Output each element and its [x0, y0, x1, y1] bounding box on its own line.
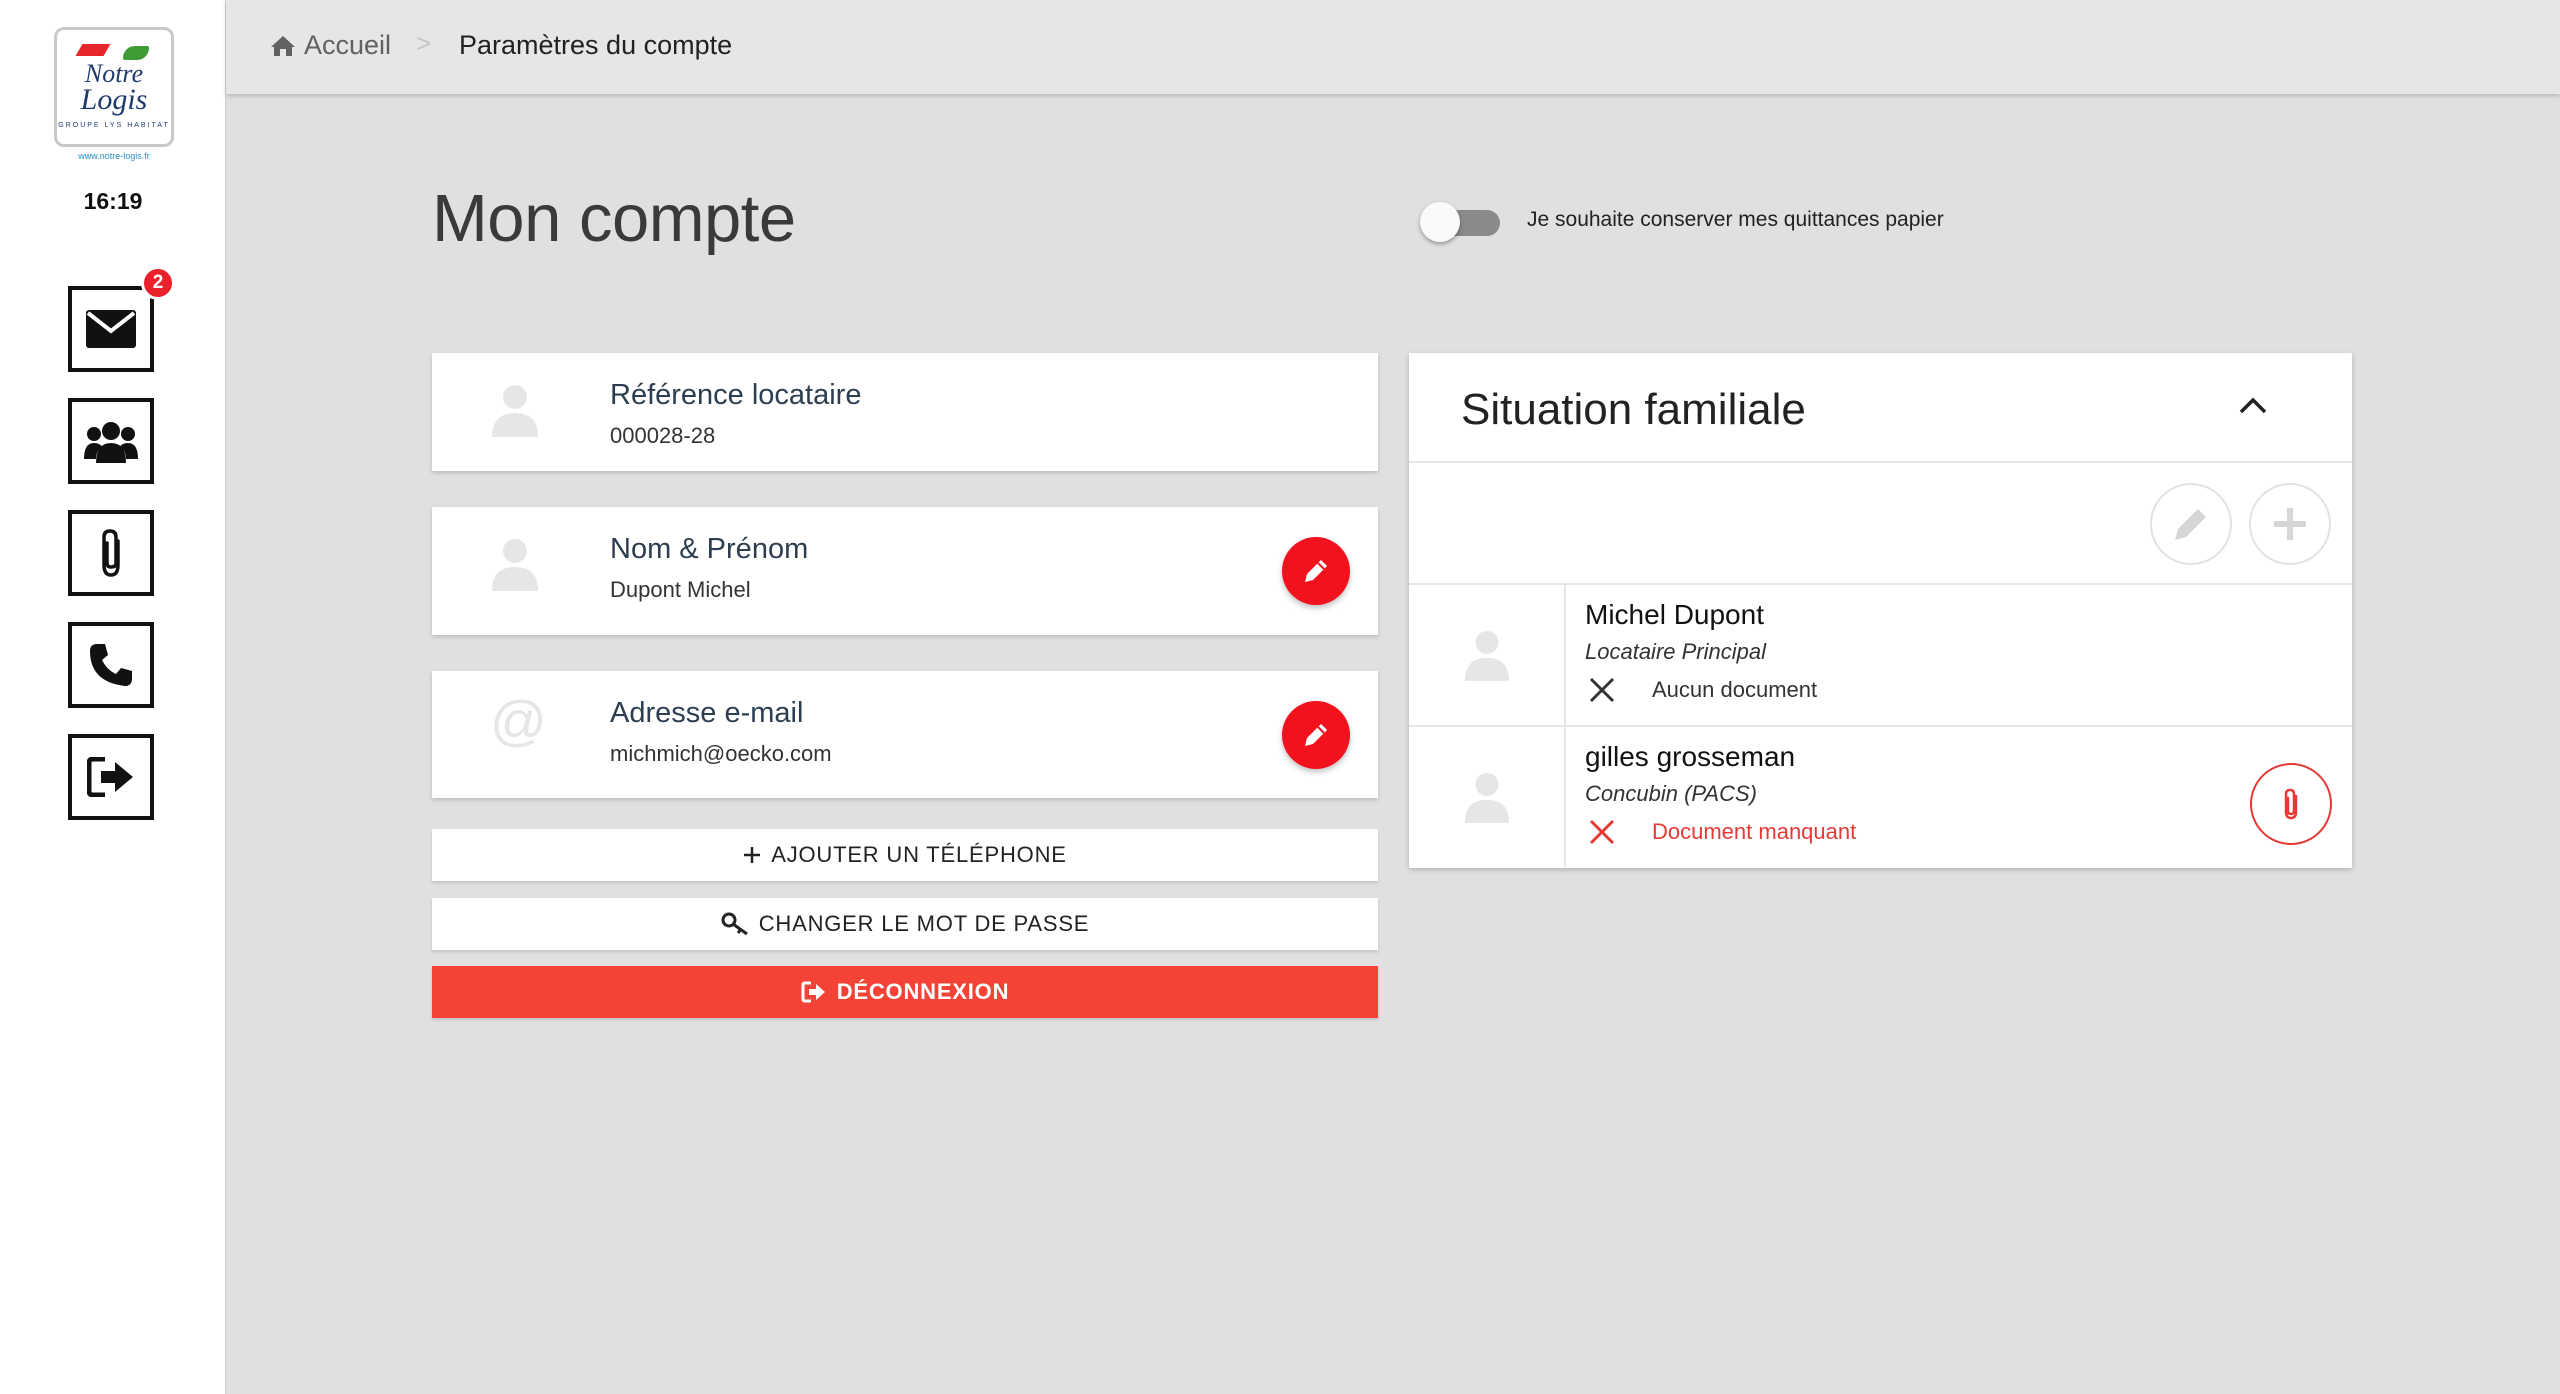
member-name: gilles grosseman — [1585, 741, 1796, 772]
member-avatar-cell — [1409, 727, 1566, 867]
user-avatar-icon — [1464, 773, 1509, 823]
member-avatar-cell — [1409, 585, 1566, 725]
users-icon — [84, 422, 138, 463]
at-sign-icon: @ — [490, 689, 547, 752]
email-value: michmich@oecko.com — [610, 741, 832, 766]
logout-button[interactable]: DÉCONNEXION — [432, 966, 1378, 1018]
family-panel-title: Situation familiale — [1461, 385, 1806, 434]
phone-icon — [90, 644, 132, 686]
breadcrumb-separator: > — [416, 28, 432, 58]
user-avatar-icon — [1464, 631, 1509, 681]
nav-documents-button[interactable] — [68, 510, 154, 596]
clock: 16:19 — [83, 188, 143, 214]
breadcrumb-current: Paramètres du compte — [459, 30, 733, 60]
reference-title: Référence locataire — [610, 379, 862, 411]
key-icon — [721, 912, 748, 936]
paperclip-icon — [2284, 788, 2298, 820]
top-bar: Accueil > Paramètres du compte — [226, 0, 2560, 94]
member-document-status: Document manquant — [1652, 819, 1857, 844]
home-icon — [271, 35, 295, 56]
logo-leaf-shape — [123, 46, 149, 60]
sidebar: Notre Logis GROUPE LYS HABITAT www.notre… — [0, 0, 226, 1394]
messages-badge: 2 — [141, 266, 175, 300]
family-member-row: Michel Dupont Locataire Principal Aucun … — [1409, 583, 2352, 725]
close-icon — [1589, 677, 1615, 703]
page-title: Mon compte — [432, 181, 796, 256]
edit-family-button[interactable] — [2150, 483, 2232, 565]
user-avatar-icon — [492, 385, 538, 437]
edit-email-button[interactable] — [1282, 701, 1350, 769]
nav-messages-button[interactable] — [68, 286, 154, 372]
member-role: Concubin (PACS) — [1585, 781, 1757, 806]
logo-url: www.notre-logis.fr — [78, 151, 150, 161]
family-panel-header[interactable]: Situation familiale — [1409, 353, 2352, 463]
email-title: Adresse e-mail — [610, 697, 804, 729]
family-situation-panel: Situation familiale Michel Dupont Locata… — [1409, 353, 2352, 868]
edit-name-button[interactable] — [1282, 537, 1350, 605]
attach-document-button[interactable] — [2250, 763, 2332, 845]
name-title: Nom & Prénom — [610, 533, 809, 565]
nav-contact-button[interactable] — [68, 622, 154, 708]
chevron-up-icon[interactable] — [2238, 395, 2268, 415]
close-icon — [1589, 819, 1615, 845]
member-name: Michel Dupont — [1585, 599, 1764, 630]
logo-text-logis: Logis — [80, 83, 148, 116]
envelope-icon — [86, 310, 136, 348]
sign-out-icon — [801, 981, 825, 1003]
email-card: @ Adresse e-mail michmich@oecko.com — [432, 671, 1378, 798]
paper-receipts-label: Je souhaite conserver mes quittances pap… — [1527, 208, 1944, 231]
change-password-label: CHANGER LE MOT DE PASSE — [758, 911, 1090, 936]
user-avatar-icon — [492, 539, 538, 591]
nav-logout-button[interactable] — [68, 734, 154, 820]
name-value: Dupont Michel — [610, 577, 751, 602]
change-password-button[interactable]: CHANGER LE MOT DE PASSE — [432, 898, 1378, 950]
plus-icon — [744, 847, 761, 863]
family-member-row: gilles grosseman Concubin (PACS) Documen… — [1409, 725, 2352, 867]
breadcrumb-home-label: Accueil — [304, 30, 392, 60]
logout-label: DÉCONNEXION — [836, 979, 1010, 1004]
reference-value: 000028-28 — [610, 423, 716, 448]
sign-out-icon — [87, 757, 133, 797]
reference-card: Référence locataire 000028-28 — [432, 353, 1378, 471]
name-card: Nom & Prénom Dupont Michel — [432, 507, 1378, 635]
member-role: Locataire Principal — [1585, 639, 1766, 664]
add-family-member-button[interactable] — [2249, 483, 2331, 565]
member-document-status: Aucun document — [1652, 677, 1818, 702]
paper-receipts-toggle[interactable] — [1420, 202, 1500, 242]
notre-logis-logo[interactable]: Notre Logis GROUPE LYS HABITAT — [54, 27, 174, 147]
logo-roof-shape — [75, 44, 111, 56]
nav-family-button[interactable] — [68, 398, 154, 484]
logo-subtitle: GROUPE LYS HABITAT — [58, 122, 170, 129]
add-phone-label: AJOUTER UN TÉLÉPHONE — [771, 842, 1067, 867]
toggle-knob — [1420, 202, 1460, 242]
pencil-icon — [1305, 724, 1327, 746]
breadcrumb-home-link[interactable]: Accueil — [270, 30, 391, 61]
pencil-icon — [1305, 560, 1327, 582]
pencil-icon — [2175, 509, 2206, 540]
paperclip-icon — [102, 529, 120, 577]
plus-icon — [2274, 508, 2306, 540]
add-phone-button[interactable]: AJOUTER UN TÉLÉPHONE — [432, 829, 1378, 881]
